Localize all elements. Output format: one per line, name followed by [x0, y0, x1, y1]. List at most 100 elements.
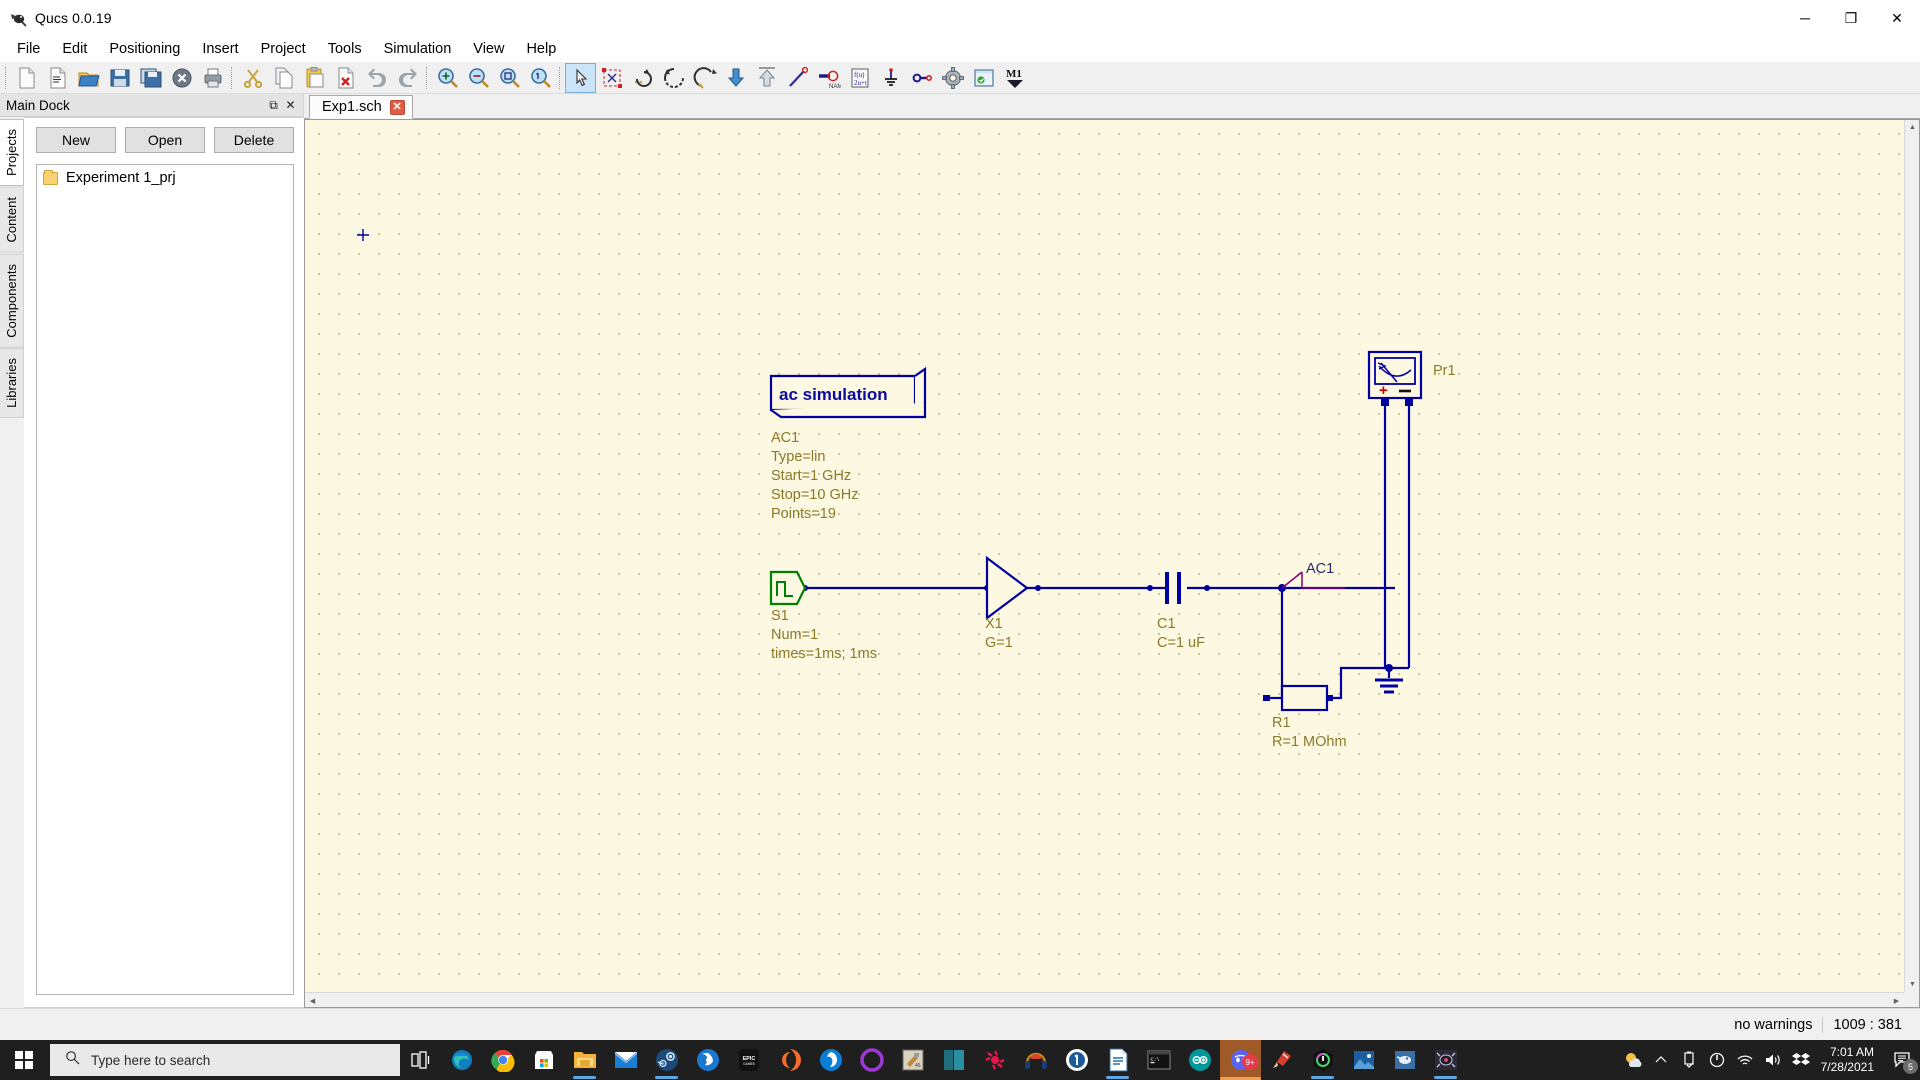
delete-project-button[interactable]: Delete [214, 127, 294, 153]
menu-edit[interactable]: Edit [51, 39, 98, 60]
word-document-icon[interactable] [1097, 1040, 1138, 1080]
microsoft-store-icon[interactable] [523, 1040, 564, 1080]
zoom-fit-icon[interactable] [494, 63, 525, 93]
discord-icon[interactable]: 9+ [1220, 1040, 1261, 1080]
close-document-icon[interactable] [166, 63, 197, 93]
equation-icon[interactable]: f(u) 2u+t [844, 63, 875, 93]
1password-icon[interactable] [1056, 1040, 1097, 1080]
menu-project[interactable]: Project [250, 39, 317, 60]
new-text-document-icon[interactable] [42, 63, 73, 93]
move-up-icon[interactable] [751, 63, 782, 93]
game-icon[interactable] [1425, 1040, 1466, 1080]
menu-tools[interactable]: Tools [317, 39, 373, 60]
menu-file[interactable]: File [6, 39, 51, 60]
select-all-markers-icon[interactable] [596, 63, 627, 93]
wire-label-icon[interactable]: NAME [813, 63, 844, 93]
canvas-horizontal-scrollbar[interactable]: ◀ ▶ [305, 992, 1904, 1007]
scroll-left-arrow[interactable]: ◀ [305, 993, 320, 1007]
headphones-icon[interactable] [1015, 1040, 1056, 1080]
close-button[interactable]: ✕ [1874, 0, 1920, 36]
wifi-icon[interactable] [1731, 1040, 1759, 1080]
rotate-icon[interactable] [627, 63, 658, 93]
tab-exp1-sch[interactable]: Exp1.sch ✕ [309, 95, 413, 119]
dock-float-button[interactable]: ⧉ [265, 97, 282, 114]
open-project-button[interactable]: Open [125, 127, 205, 153]
dock-close-button[interactable]: ✕ [282, 97, 299, 114]
zoom-out-icon[interactable] [463, 63, 494, 93]
itch-io-icon[interactable] [851, 1040, 892, 1080]
clock[interactable]: 7:01 AM 7/28/2021 [1815, 1045, 1886, 1075]
icue-icon[interactable] [1302, 1040, 1343, 1080]
menu-help[interactable]: Help [515, 39, 567, 60]
tab-close-icon[interactable]: ✕ [389, 99, 405, 115]
arduino-icon[interactable] [1179, 1040, 1220, 1080]
redo-arrow-icon[interactable] [392, 63, 423, 93]
terminal-icon[interactable]: C:\ [1138, 1040, 1179, 1080]
power-icon[interactable] [1703, 1040, 1731, 1080]
undo-arrow-icon[interactable] [361, 63, 392, 93]
dock-tab-content[interactable]: Content [0, 186, 24, 253]
minecraft-icon[interactable]: 45 [892, 1040, 933, 1080]
menu-simulation[interactable]: Simulation [373, 39, 463, 60]
file-explorer-icon[interactable] [564, 1040, 605, 1080]
weather-icon[interactable] [1619, 1040, 1647, 1080]
steam-icon[interactable] [646, 1040, 687, 1080]
select-arrow-icon[interactable] [565, 62, 596, 93]
menu-insert[interactable]: Insert [191, 39, 249, 60]
safely-remove-hardware-icon[interactable] [1675, 1040, 1703, 1080]
mail-icon[interactable] [605, 1040, 646, 1080]
photos-icon[interactable] [1343, 1040, 1384, 1080]
origin-icon[interactable] [769, 1040, 810, 1080]
view-dataset-icon[interactable] [968, 63, 999, 93]
ccleaner-icon[interactable] [1261, 1040, 1302, 1080]
ubisoft-connect-icon[interactable] [810, 1040, 851, 1080]
move-down-icon[interactable] [720, 63, 751, 93]
maximize-button[interactable]: ❐ [1828, 0, 1874, 36]
dropbox-icon[interactable] [1787, 1040, 1815, 1080]
save-all-icon[interactable] [135, 63, 166, 93]
epic-games-icon[interactable]: EPIC GAMES [728, 1040, 769, 1080]
mirror-y-icon[interactable] [689, 63, 720, 93]
new-project-button[interactable]: New [36, 127, 116, 153]
zoom-in-icon[interactable] [432, 63, 463, 93]
obsidian-icon[interactable] [933, 1040, 974, 1080]
print-icon[interactable] [197, 63, 228, 93]
menu-positioning[interactable]: Positioning [98, 39, 191, 60]
volume-icon[interactable] [1759, 1040, 1787, 1080]
start-icon[interactable] [0, 1040, 48, 1080]
scroll-up-arrow[interactable]: ▲ [1905, 120, 1919, 135]
search-input[interactable]: Type here to search [50, 1044, 400, 1076]
delete-document-icon[interactable] [330, 63, 361, 93]
scroll-right-arrow[interactable]: ▶ [1889, 993, 1904, 1007]
minimize-button[interactable]: ─ [1782, 0, 1828, 36]
battle-net-icon[interactable] [687, 1040, 728, 1080]
menu-view[interactable]: View [462, 39, 515, 60]
canvas-vertical-scrollbar[interactable]: ▲ ▼ [1904, 120, 1919, 992]
wire-line-icon[interactable] [782, 63, 813, 93]
dock-tab-libraries[interactable]: Libraries [0, 348, 24, 419]
paste-clipboard-icon[interactable] [299, 63, 330, 93]
task-view-icon[interactable] [400, 1040, 441, 1080]
list-item[interactable]: Experiment 1_prj [37, 168, 293, 188]
zoom-one-icon[interactable] [525, 63, 556, 93]
qucs-icon[interactable] [1384, 1040, 1425, 1080]
notifications-icon[interactable]: 5 [1886, 1040, 1920, 1080]
new-document-icon[interactable] [11, 63, 42, 93]
mirror-x-icon[interactable] [658, 63, 689, 93]
save-icon[interactable] [104, 63, 135, 93]
show-hidden-icons-icon[interactable] [1647, 1040, 1675, 1080]
dock-tab-projects[interactable]: Projects [0, 119, 24, 186]
project-list[interactable]: Experiment 1_prj [36, 164, 294, 995]
chrome-icon[interactable] [482, 1040, 523, 1080]
ground-icon[interactable] [875, 63, 906, 93]
copy-icon[interactable] [268, 63, 299, 93]
open-folder-icon[interactable] [73, 63, 104, 93]
gog-galaxy-icon[interactable] [974, 1040, 1015, 1080]
cut-scissors-icon[interactable] [237, 63, 268, 93]
dock-tab-components[interactable]: Components [0, 253, 24, 348]
marker-m1-icon[interactable]: M1 [999, 63, 1030, 93]
scroll-down-arrow[interactable]: ▼ [1905, 977, 1919, 992]
edge-icon[interactable] [441, 1040, 482, 1080]
schematic-canvas[interactable]: ac simulation AC1 Type=lin Start=1 GHz S… [305, 120, 1904, 992]
simulate-gear-icon[interactable] [937, 63, 968, 93]
